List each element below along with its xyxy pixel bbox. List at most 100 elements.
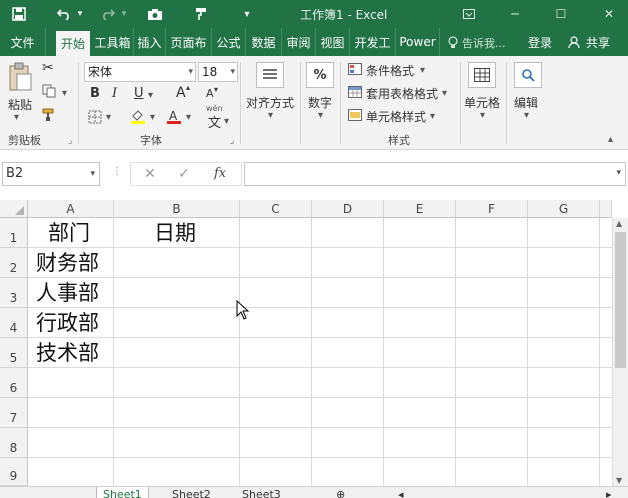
formula-input[interactable]: ▾ [244,162,626,186]
underline-button[interactable]: U [134,86,144,101]
font-name-select[interactable]: 宋体 ▾ [84,62,196,82]
border-icon[interactable] [88,110,102,127]
bold-button[interactable]: B [90,86,100,101]
tab-toolbox[interactable]: 工具箱 [92,28,134,56]
italic-button[interactable]: I [112,86,117,101]
sheet-tab-3[interactable]: Sheet3 [236,487,287,498]
conditional-format-icon[interactable] [348,63,362,78]
cell-b1[interactable]: 日期 [154,218,196,248]
alignment-dropdown-icon[interactable]: ▾ [268,110,273,121]
fill-color-dropdown-icon[interactable]: ▾ [150,112,155,123]
scroll-up-icon[interactable]: ▲ [616,219,622,228]
fill-color-icon[interactable] [130,108,146,127]
tab-insert[interactable]: 插入 [134,28,166,56]
column-header-a[interactable]: A [28,200,114,218]
cut-icon[interactable]: ✂ [42,60,54,76]
conditional-format-button[interactable]: 条件格式 [366,62,414,79]
copy-icon[interactable] [42,84,56,101]
camera-icon[interactable] [144,4,166,24]
editing-button[interactable]: 编辑 [514,94,538,111]
cell-a4[interactable]: 行政部 [36,308,99,338]
tab-home[interactable]: 开始 [56,31,90,56]
paste-icon[interactable] [8,62,32,95]
tab-page-layout[interactable]: 页面布 [166,28,212,56]
copy-dropdown-icon[interactable]: ▾ [62,88,67,99]
number-button[interactable]: 数字 [308,94,332,111]
row-header-2[interactable]: 2 [0,248,28,278]
confirm-icon[interactable]: ✓ [178,166,190,182]
tab-review[interactable]: 审阅 [282,28,316,56]
row-header-4[interactable]: 4 [0,308,28,338]
vertical-scrollbar[interactable]: ▲ ▼ [612,218,628,486]
tab-formulas[interactable]: 公式 [212,28,246,56]
tab-developer[interactable]: 开发工 [350,28,396,56]
row-header-1[interactable]: 1 [0,218,28,248]
tell-me-input[interactable]: 告诉我... [462,35,506,51]
share-button[interactable]: 共享 [586,34,610,51]
column-header-e[interactable]: E [384,200,456,218]
paste-button[interactable]: 粘贴 [8,96,32,113]
close-icon[interactable]: ✕ [598,4,620,24]
font-launcher-icon[interactable]: ⌟ [230,136,234,146]
tab-view[interactable]: 视图 [316,28,350,56]
cell-a1[interactable]: 部门 [48,218,90,248]
format-painter-icon[interactable] [190,4,212,24]
alignment-button[interactable]: 对齐方式 [246,94,294,111]
shrink-font-button[interactable]: A [206,87,214,100]
cell-a3[interactable]: 人事部 [36,278,99,308]
cancel-icon[interactable]: ✕ [144,166,156,182]
row-header-9[interactable]: 9 [0,458,28,486]
scrollbar-thumb[interactable] [615,232,626,368]
minimize-icon[interactable]: ─ [504,4,526,24]
column-header-b[interactable]: B [114,200,240,218]
undo-dropdown-icon[interactable]: ▾ [74,4,86,24]
format-painter-brush-icon[interactable] [42,108,56,125]
column-header-g[interactable]: G [528,200,600,218]
customize-qat-icon[interactable]: ▾ [240,4,254,24]
border-dropdown-icon[interactable]: ▾ [106,112,111,123]
save-icon[interactable] [8,4,30,24]
scroll-down-icon[interactable]: ▼ [616,476,622,485]
font-color-dropdown-icon[interactable]: ▾ [186,112,191,123]
format-as-table-icon[interactable] [348,86,362,101]
font-color-icon[interactable]: A [166,108,182,127]
row-header-3[interactable]: 3 [0,278,28,308]
row-header-8[interactable]: 8 [0,428,28,458]
column-header-h[interactable] [600,200,612,218]
column-header-f[interactable]: F [456,200,528,218]
sheet-tab-2[interactable]: Sheet2 [166,487,217,498]
font-size-select[interactable]: 18 ▾ [198,62,238,82]
clipboard-launcher-icon[interactable]: ⌟ [68,136,72,146]
phonetic-guide-icon[interactable]: 文 [208,112,221,131]
paste-dropdown-icon[interactable]: ▾ [14,112,19,123]
column-header-d[interactable]: D [312,200,384,218]
scroll-left-icon[interactable]: ◂ [392,487,410,498]
sheet-tab-1[interactable]: Sheet1 [96,487,149,498]
format-as-table-button[interactable]: 套用表格格式 [366,85,438,102]
cells-button[interactable]: 单元格 [464,94,500,111]
cell-styles-icon[interactable] [348,109,362,124]
collapse-ribbon-icon[interactable]: ▴ [608,134,613,145]
row-header-7[interactable]: 7 [0,398,28,428]
editing-dropdown-icon[interactable]: ▾ [524,110,529,121]
grow-font-button[interactable]: A [176,85,186,101]
cells-icon[interactable] [468,62,496,88]
row-header-6[interactable]: 6 [0,368,28,398]
cell-a5[interactable]: 技术部 [36,338,99,368]
insert-function-button[interactable]: fx [214,166,226,181]
login-link[interactable]: 登录 [528,34,552,51]
column-header-c[interactable]: C [240,200,312,218]
tab-file[interactable]: 文件 [0,28,46,56]
number-dropdown-icon[interactable]: ▾ [318,110,323,121]
phonetic-dropdown-icon[interactable]: ▾ [224,116,229,127]
name-box[interactable]: B2 ▾ [2,162,100,186]
redo-icon[interactable] [98,4,118,24]
worksheet-grid[interactable]: A B C D E F G 1 2 3 4 5 6 7 8 9 部门 日期 财务… [0,200,628,486]
maximize-icon[interactable]: ☐ [550,4,572,24]
alignment-icon[interactable] [256,62,284,88]
select-all-corner[interactable] [0,200,28,218]
undo-icon[interactable] [54,4,74,24]
cell-a2[interactable]: 财务部 [36,248,99,278]
redo-dropdown-icon[interactable]: ▾ [118,4,130,24]
add-sheet-icon[interactable]: ⊕ [330,487,351,498]
